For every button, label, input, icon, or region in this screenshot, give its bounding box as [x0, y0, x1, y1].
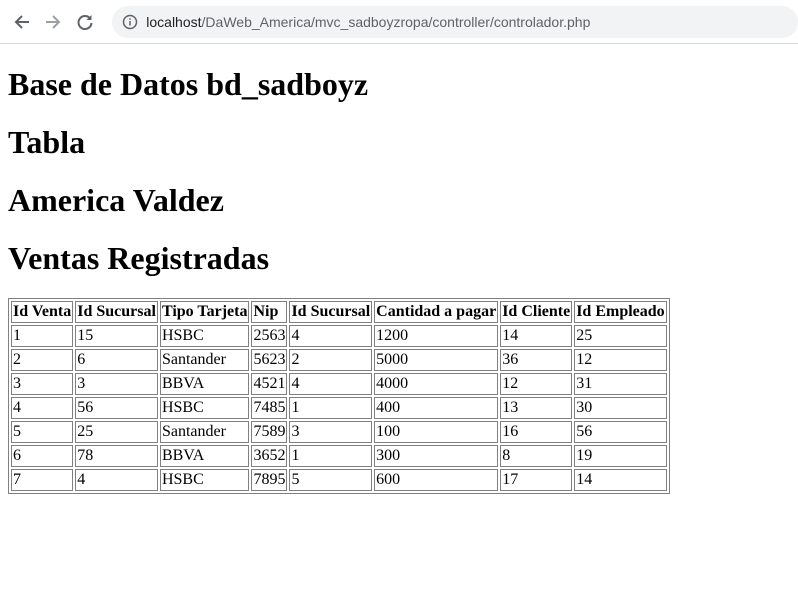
table-cell: BBVA: [159, 373, 250, 395]
table-cell: Santander: [159, 349, 250, 371]
table-cell: 4: [11, 397, 74, 419]
forward-button[interactable]: [39, 8, 66, 36]
table-cell: 16: [500, 421, 573, 443]
table-row: 7 4 HSBC 7895 5 600 17 14: [11, 469, 667, 491]
table-cell: 600: [374, 469, 499, 491]
table-cell: 30: [574, 397, 667, 419]
table-cell: 2: [11, 349, 74, 371]
table-row: 1 15 HSBC 2563 4 1200 14 25: [11, 325, 667, 347]
table-cell: 56: [574, 421, 667, 443]
table-cell: 5623: [251, 349, 288, 371]
table-row: 2 6 Santander 5623 2 5000 36 12: [11, 349, 667, 371]
table-cell: 1: [289, 397, 373, 419]
column-header: Id Empleado: [574, 301, 667, 323]
table-cell: 3: [11, 373, 74, 395]
table-cell: 5: [289, 469, 373, 491]
table-row: 4 56 HSBC 7485 1 400 13 30: [11, 397, 667, 419]
table-cell: 3652: [251, 445, 288, 467]
table-cell: HSBC: [159, 469, 250, 491]
sales-heading: Ventas Registradas: [8, 240, 270, 276]
table-cell: 6: [75, 349, 158, 371]
column-header: Tipo Tarjeta: [159, 301, 250, 323]
table-cell: 12: [500, 373, 573, 395]
table-cell: 1: [289, 445, 373, 467]
table-cell: 3: [289, 421, 373, 443]
table-cell: 56: [75, 397, 158, 419]
column-header: Id Cliente: [500, 301, 573, 323]
table-cell: HSBC: [159, 397, 250, 419]
table-cell: 78: [75, 445, 158, 467]
table-cell: 3: [75, 373, 158, 395]
column-header: Id Venta: [11, 301, 74, 323]
author-heading: America Valdez: [8, 182, 224, 218]
table-cell: 4: [289, 325, 373, 347]
table-cell: 12: [574, 349, 667, 371]
table-heading: Tabla: [8, 124, 86, 160]
table-cell: 1: [11, 325, 74, 347]
column-header: Nip: [251, 301, 288, 323]
table-cell: 17: [500, 469, 573, 491]
table-cell: BBVA: [159, 445, 250, 467]
table-cell: 14: [574, 469, 667, 491]
reload-button[interactable]: [71, 8, 98, 36]
sales-table: Id Venta Id Sucursal Tipo Tarjeta Nip Id…: [8, 298, 670, 494]
table-cell: 5: [11, 421, 74, 443]
table-cell: 14: [500, 325, 573, 347]
column-header: Id Sucursal: [75, 301, 158, 323]
table-row: 3 3 BBVA 4521 4 4000 12 31: [11, 373, 667, 395]
table-cell: 5000: [374, 349, 499, 371]
table-cell: Santander: [159, 421, 250, 443]
table-cell: 36: [500, 349, 573, 371]
table-cell: 7485: [251, 397, 288, 419]
table-header-row: Id Venta Id Sucursal Tipo Tarjeta Nip Id…: [11, 301, 667, 323]
table-cell: 4521: [251, 373, 288, 395]
back-button[interactable]: [8, 8, 35, 36]
table-cell: 2: [289, 349, 373, 371]
table-cell: 7: [11, 469, 74, 491]
info-icon[interactable]: [122, 14, 138, 30]
table-cell: 25: [75, 421, 158, 443]
database-heading: Base de Datos bd_sadboyz: [8, 66, 369, 102]
column-header: Id Sucursal: [289, 301, 373, 323]
reload-icon: [77, 14, 93, 30]
column-header: Cantidad a pagar: [374, 301, 499, 323]
table-cell: 31: [574, 373, 667, 395]
table-cell: 4: [289, 373, 373, 395]
url-path: /DaWeb_America/mvc_sadboyzropa/controlle…: [201, 13, 591, 30]
table-cell: 400: [374, 397, 499, 419]
table-cell: 7589: [251, 421, 288, 443]
table-cell: 6: [11, 445, 74, 467]
table-cell: HSBC: [159, 325, 250, 347]
table-cell: 1200: [374, 325, 499, 347]
table-cell: 25: [574, 325, 667, 347]
url-host: localhost: [146, 13, 202, 30]
table-row: 6 78 BBVA 3652 1 300 8 19: [11, 445, 667, 467]
table-row: 5 25 Santander 7589 3 100 16 56: [11, 421, 667, 443]
table-cell: 100: [374, 421, 499, 443]
table-cell: 300: [374, 445, 499, 467]
table-cell: 4000: [374, 373, 499, 395]
back-arrow-icon: [14, 14, 29, 29]
table-cell: 4: [75, 469, 158, 491]
page-content: Base de Datos bd_sadboyz Tabla America V…: [0, 66, 798, 494]
table-cell: 8: [500, 445, 573, 467]
forward-arrow-icon: [46, 14, 61, 29]
table-cell: 13: [500, 397, 573, 419]
table-cell: 2563: [251, 325, 288, 347]
table-cell: 7895: [251, 469, 288, 491]
address-bar[interactable]: localhost/DaWeb_America/mvc_sadboyzropa/…: [112, 5, 798, 38]
table-cell: 19: [574, 445, 667, 467]
table-cell: 15: [75, 325, 158, 347]
browser-toolbar: localhost/DaWeb_America/mvc_sadboyzropa/…: [0, 0, 798, 44]
